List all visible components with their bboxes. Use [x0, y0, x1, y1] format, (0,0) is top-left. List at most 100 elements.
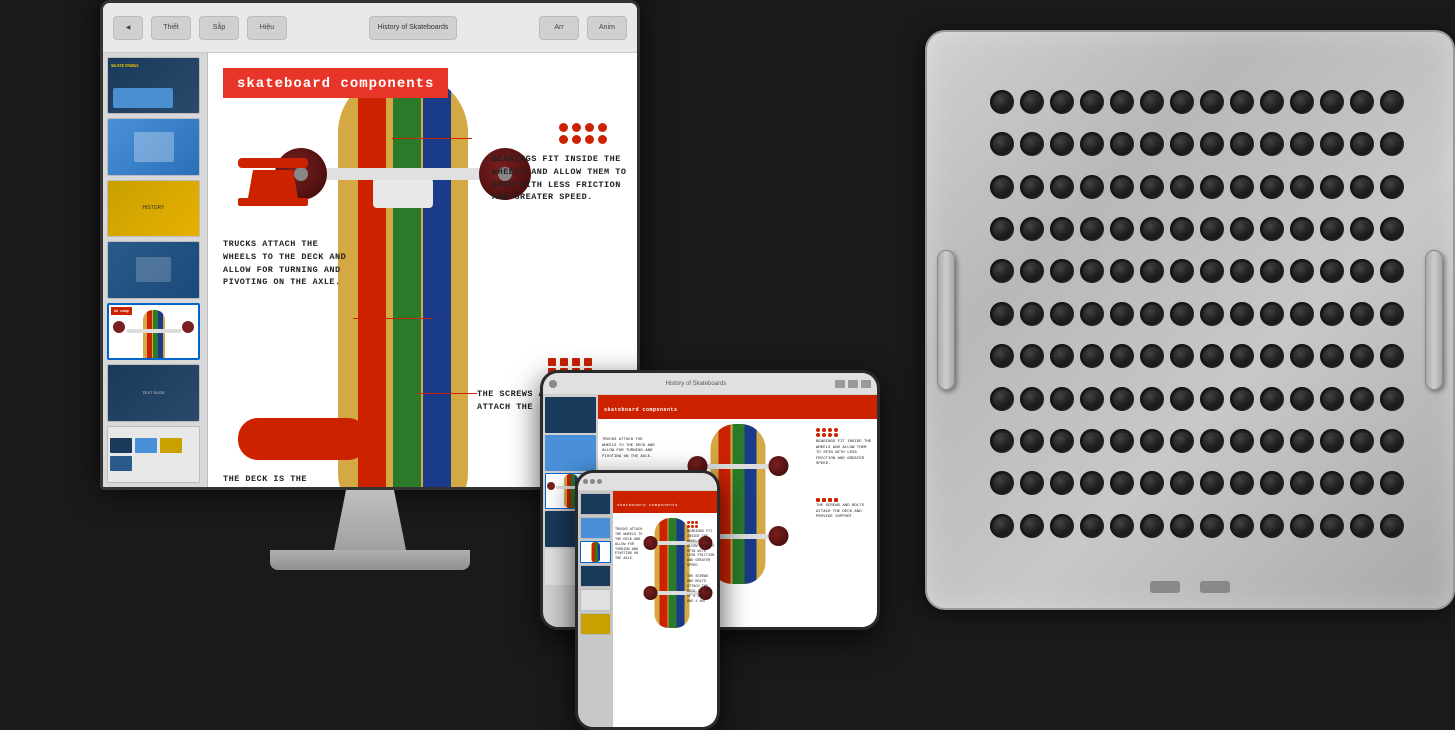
phone-toolbar — [578, 473, 717, 491]
phone-thumb-active[interactable] — [580, 541, 611, 563]
phone-deck — [655, 518, 690, 628]
mac-pro-hole — [1290, 429, 1314, 453]
tablet-dot — [834, 428, 838, 432]
slide-title-box: skateboard components — [223, 68, 448, 98]
mac-pro-hole — [1290, 259, 1314, 283]
mac-pro-hole — [1200, 132, 1224, 156]
mac-pro-hole — [1380, 132, 1404, 156]
mac-pro-hole — [1080, 90, 1104, 114]
mac-pro-hole — [1200, 259, 1224, 283]
phone-slide-title: skateboard components — [617, 504, 678, 508]
mac-pro-hole — [1170, 132, 1194, 156]
mac-pro-hole — [1260, 175, 1284, 199]
mac-pro-hole — [1350, 429, 1374, 453]
mac-pro-hole — [1140, 302, 1164, 326]
mac-pro-hole — [1110, 302, 1134, 326]
phone-right-area: BEARINGS FIT INSIDE THE WHEELS AND ALLOW… — [687, 521, 715, 604]
tablet-wheel-br — [768, 526, 788, 546]
phone-dot-3 — [597, 479, 602, 484]
mac-pro-hole — [1380, 429, 1404, 453]
mac-pro-hole — [1140, 259, 1164, 283]
mac-pro-hole — [1110, 90, 1134, 114]
mac-pro-hole — [1140, 471, 1164, 495]
phone-bearings-dots — [687, 521, 715, 528]
phone-dots-row-2 — [687, 525, 715, 528]
screw — [548, 358, 556, 366]
phone-wheel-tl — [644, 536, 658, 550]
phone-screen: skateboard components TRUCKS ATTACH THE … — [578, 473, 717, 727]
phone-thumb-5[interactable] — [580, 589, 611, 611]
toolbar-btn-2[interactable]: Sắp — [199, 16, 239, 40]
mac-pro-hole — [1200, 471, 1224, 495]
toolbar-arrange-btn[interactable]: Arr — [539, 16, 579, 40]
mac-pro-hole — [1080, 217, 1104, 241]
mac-pro-hole — [990, 514, 1014, 538]
tablet-thumb-1[interactable] — [545, 397, 596, 433]
phone-thumb-1[interactable] — [580, 493, 611, 515]
mac-pro-hole — [1200, 387, 1224, 411]
mac-pro-hole — [1260, 471, 1284, 495]
mac-pro-hole — [1080, 471, 1104, 495]
mac-pro-hole — [1020, 344, 1044, 368]
slide-thumb-4[interactable] — [107, 241, 200, 298]
bearing-dot — [598, 135, 607, 144]
tablet-dot — [834, 433, 838, 437]
mac-pro-hole — [1350, 387, 1374, 411]
slide-thumb-2[interactable] — [107, 118, 200, 175]
mac-pro-hole — [990, 302, 1014, 326]
mac-pro-hole — [1050, 175, 1074, 199]
phone-thumb-6[interactable] — [580, 613, 611, 635]
truck-top — [283, 168, 523, 208]
tablet-ctrl-1[interactable] — [835, 380, 845, 388]
truck-bottom-bar — [238, 198, 308, 206]
slide-panel: SKATE PARKS HISTORY — [103, 53, 208, 487]
mac-pro-hole — [1020, 471, 1044, 495]
mac-pro-bottom — [1150, 581, 1230, 593]
mac-pro-hole — [1140, 175, 1164, 199]
mac-pro-grid — [980, 80, 1400, 560]
mac-pro-hole — [1260, 344, 1284, 368]
bearing-dot — [572, 123, 581, 132]
screw — [560, 358, 568, 366]
slide-thumb-5[interactable]: sk comp — [107, 303, 200, 361]
mac-pro-hole — [1080, 387, 1104, 411]
mac-pro-hole — [1050, 132, 1074, 156]
mac-pro-hole — [1170, 514, 1194, 538]
slide-thumb-1[interactable]: SKATE PARKS — [107, 57, 200, 114]
mac-pro-hole — [1230, 429, 1254, 453]
mac-pro-hole — [1020, 259, 1044, 283]
mac-pro-hole — [1080, 514, 1104, 538]
mac-pro-hole — [1140, 344, 1164, 368]
tablet-ctrl-2[interactable] — [848, 380, 858, 388]
toolbar-btn-1[interactable]: Thiết — [151, 16, 191, 40]
phone-main: skateboard components TRUCKS ATTACH THE … — [613, 491, 717, 727]
truck-body-top — [373, 178, 433, 208]
tablet-axle-top — [690, 464, 785, 469]
tablet-bearings-label: BEARINGS FIT INSIDE THE WHEELS AND ALLOW… — [816, 440, 873, 468]
imac-base — [270, 550, 470, 570]
slide-thumb-3[interactable]: HISTORY — [107, 180, 200, 237]
mac-pro-hole — [1290, 175, 1314, 199]
mac-pro-hole — [1110, 175, 1134, 199]
toolbar-btn-3[interactable]: Hiệu — [247, 16, 287, 40]
tablet-thumb-2[interactable] — [545, 435, 596, 471]
phone-thumb-2[interactable] — [580, 517, 611, 539]
tablet-dots-row-2 — [816, 433, 873, 437]
mac-pro-hole — [1350, 175, 1374, 199]
mac-pro-hole — [1050, 344, 1074, 368]
mac-pro-hole — [1350, 514, 1374, 538]
mac-pro-hole — [1320, 132, 1344, 156]
tablet-home-btn[interactable] — [549, 380, 557, 388]
mac-pro-hole — [1170, 387, 1194, 411]
mac-pro-hole — [1140, 132, 1164, 156]
mac-pro-hole — [1230, 387, 1254, 411]
slide-thumb-6[interactable]: TEXT SLIDE — [107, 364, 200, 421]
toolbar-format-btn[interactable]: ◀ — [113, 16, 143, 40]
tablet-ctrl-3[interactable] — [861, 380, 871, 388]
toolbar-animate-btn[interactable]: Anim — [587, 16, 627, 40]
slide-thumb-7[interactable] — [107, 426, 200, 483]
truck-icon — [238, 158, 308, 206]
phone-thumb-4[interactable] — [580, 565, 611, 587]
mac-pro-hole — [1020, 175, 1044, 199]
mac-pro-hole — [1140, 387, 1164, 411]
